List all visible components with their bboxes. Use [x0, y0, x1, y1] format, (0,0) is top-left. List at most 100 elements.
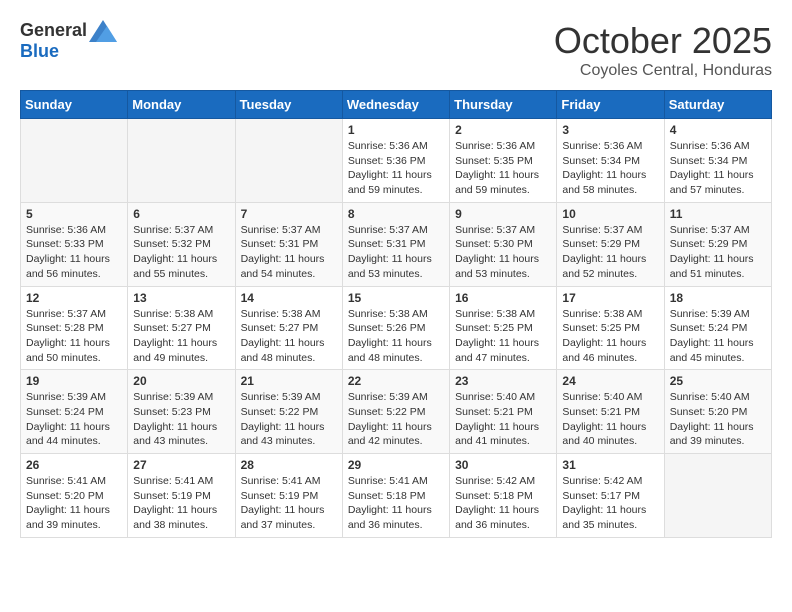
day-info: Sunrise: 5:39 AMSunset: 5:24 PMDaylight:… — [670, 307, 766, 366]
logo-icon — [89, 20, 117, 42]
day-number: 8 — [348, 207, 444, 221]
sunset-text: Sunset: 5:31 PM — [348, 238, 426, 250]
calendar-cell — [128, 119, 235, 203]
sunrise-text: Sunrise: 5:38 AM — [133, 308, 213, 320]
day-number: 19 — [26, 374, 122, 388]
sunset-text: Sunset: 5:18 PM — [455, 490, 533, 502]
daylight-text: Daylight: 11 hours and 47 minutes. — [455, 337, 539, 364]
sunset-text: Sunset: 5:36 PM — [348, 155, 426, 167]
location-title: Coyoles Central, Honduras — [554, 62, 772, 80]
calendar-cell — [21, 119, 128, 203]
day-info: Sunrise: 5:39 AMSunset: 5:22 PMDaylight:… — [348, 390, 444, 449]
title-section: October 2025 Coyoles Central, Honduras — [554, 20, 772, 80]
sunrise-text: Sunrise: 5:37 AM — [348, 224, 428, 236]
sunset-text: Sunset: 5:19 PM — [241, 490, 319, 502]
daylight-text: Daylight: 11 hours and 36 minutes. — [348, 504, 432, 531]
day-info: Sunrise: 5:38 AMSunset: 5:27 PMDaylight:… — [241, 307, 337, 366]
sunset-text: Sunset: 5:24 PM — [670, 322, 748, 334]
sunrise-text: Sunrise: 5:36 AM — [562, 140, 642, 152]
sunset-text: Sunset: 5:30 PM — [455, 238, 533, 250]
weekday-header-friday: Friday — [557, 91, 664, 119]
sunset-text: Sunset: 5:17 PM — [562, 490, 640, 502]
sunrise-text: Sunrise: 5:39 AM — [241, 391, 321, 403]
weekday-header-monday: Monday — [128, 91, 235, 119]
sunset-text: Sunset: 5:24 PM — [26, 406, 104, 418]
day-number: 17 — [562, 291, 658, 305]
calendar-cell: 1Sunrise: 5:36 AMSunset: 5:36 PMDaylight… — [342, 119, 449, 203]
sunset-text: Sunset: 5:22 PM — [348, 406, 426, 418]
daylight-text: Daylight: 11 hours and 39 minutes. — [670, 421, 754, 448]
sunset-text: Sunset: 5:29 PM — [670, 238, 748, 250]
calendar-cell: 12 Sunrise: 5:37 AMSunset: 5:28 PMDayligh… — [21, 286, 128, 370]
calendar-cell: 14Sunrise: 5:38 AMSunset: 5:27 PMDayligh… — [235, 286, 342, 370]
daylight-text: Daylight: 11 hours and 41 minutes. — [455, 421, 539, 448]
day-number: 20 — [133, 374, 229, 388]
daylight-text: Daylight: 11 hours and 52 minutes. — [562, 253, 646, 280]
daylight-text: Daylight: 11 hours and 43 minutes. — [241, 421, 325, 448]
daylight-text: Daylight: 11 hours and 37 minutes. — [241, 504, 325, 531]
day-number: 5 — [26, 207, 122, 221]
sunrise-text: Sunrise: 5:37 AM — [670, 224, 750, 236]
calendar-week-row: 5Sunrise: 5:36 AMSunset: 5:33 PMDaylight… — [21, 202, 772, 286]
sunset-text: Sunset: 5:34 PM — [562, 155, 640, 167]
day-info: Sunrise: 5:38 AMSunset: 5:27 PMDaylight:… — [133, 307, 229, 366]
daylight-text: Daylight: 11 hours and 58 minutes. — [562, 169, 646, 196]
sunset-text: Sunset: 5:28 PM — [26, 322, 104, 334]
day-info: Sunrise: 5:36 AM Sunset: 5:34 PM Daylight:… — [562, 139, 658, 198]
sunrise-text: Sunrise: 5:39 AM — [348, 391, 428, 403]
calendar-cell: 16 Sunrise: 5:38 AMSunset: 5:25 PMDayligh… — [450, 286, 557, 370]
day-info: Sunrise: 5:38 AMSunset: 5:25 PMDaylight:… — [455, 307, 551, 366]
sunrise-text: Sunrise: 5:41 AM — [133, 475, 213, 487]
sunset-text: Sunset: 5:20 PM — [26, 490, 104, 502]
daylight-text: Daylight: 11 hours and 35 minutes. — [562, 504, 646, 531]
calendar-cell: 22Sunrise: 5:39 AMSunset: 5:22 PMDayligh… — [342, 370, 449, 454]
day-info: Sunrise: 5:42 AMSunset: 5:18 PMDaylight:… — [455, 474, 551, 533]
day-number: 3 — [562, 123, 658, 137]
month-title: October 2025 — [554, 20, 772, 62]
day-info: Sunrise: 5:37 AMSunset: 5:28 PMDaylight:… — [26, 307, 122, 366]
calendar-week-row: 12 Sunrise: 5:37 AMSunset: 5:28 PMDayligh… — [21, 286, 772, 370]
calendar-cell: 13Sunrise: 5:38 AMSunset: 5:27 PMDayligh… — [128, 286, 235, 370]
calendar-cell: 23Sunrise: 5:40 AMSunset: 5:21 PMDayligh… — [450, 370, 557, 454]
calendar-cell: 3 Sunrise: 5:36 AM Sunset: 5:34 PM Daylight… — [557, 119, 664, 203]
day-number: 12 — [26, 291, 122, 305]
calendar-cell: 9Sunrise: 5:37 AMSunset: 5:30 PMDaylight… — [450, 202, 557, 286]
day-number: 29 — [348, 458, 444, 472]
sunrise-text: Sunrise: 5:37 AM — [455, 224, 535, 236]
calendar-cell: 2Sunrise: 5:36 AMSunset: 5:35 PMDaylight… — [450, 119, 557, 203]
page-header: General Blue October 2025 Coyoles Centra… — [20, 20, 772, 80]
sunrise-text: Sunrise: 5:42 AM — [455, 475, 535, 487]
day-info: Sunrise: 5:39 AMSunset: 5:24 PMDaylight:… — [26, 390, 122, 449]
sunrise-text: Sunrise: 5:41 AM — [241, 475, 321, 487]
sunrise-text: Sunrise: 5:37 AM — [562, 224, 642, 236]
sunrise-text: Sunrise: 5:36 AM — [670, 140, 750, 152]
calendar-cell: 18Sunrise: 5:39 AMSunset: 5:24 PMDayligh… — [664, 286, 771, 370]
sunrise-text: Sunrise: 5:39 AM — [670, 308, 750, 320]
calendar-cell: 8 Sunrise: 5:37 AM Sunset: 5:31 PM Daylight… — [342, 202, 449, 286]
day-info: Sunrise: 5:37 AMSunset: 5:31 PMDaylight:… — [241, 223, 337, 282]
day-info: Sunrise: 5:38 AMSunset: 5:26 PMDaylight:… — [348, 307, 444, 366]
daylight-text: Daylight: 11 hours and 48 minutes. — [348, 337, 432, 364]
daylight-text: Daylight: 11 hours and 53 minutes. — [348, 253, 432, 280]
weekday-header-sunday: Sunday — [21, 91, 128, 119]
calendar-cell: 31Sunrise: 5:42 AMSunset: 5:17 PMDayligh… — [557, 454, 664, 538]
day-number: 1 — [348, 123, 444, 137]
sunset-text: Sunset: 5:19 PM — [133, 490, 211, 502]
calendar-header-row: SundayMondayTuesdayWednesdayThursdayFrid… — [21, 91, 772, 119]
day-number: 16 — [455, 291, 551, 305]
sunset-text: Sunset: 5:27 PM — [241, 322, 319, 334]
day-number: 18 — [670, 291, 766, 305]
sunset-text: Sunset: 5:33 PM — [26, 238, 104, 250]
day-number: 23 — [455, 374, 551, 388]
sunset-text: Sunset: 5:21 PM — [455, 406, 533, 418]
day-info: Sunrise: 5:38 AMSunset: 5:25 PMDaylight:… — [562, 307, 658, 366]
day-number: 15 — [348, 291, 444, 305]
day-info: Sunrise: 5:41 AMSunset: 5:18 PMDaylight:… — [348, 474, 444, 533]
daylight-text: Daylight: 11 hours and 55 minutes. — [133, 253, 217, 280]
day-info: Sunrise: 5:36 AMSunset: 5:34 PMDaylight:… — [670, 139, 766, 198]
calendar-cell: 26Sunrise: 5:41 AMSunset: 5:20 PMDayligh… — [21, 454, 128, 538]
day-info: Sunrise: 5:37 AMSunset: 5:29 PMDaylight:… — [670, 223, 766, 282]
calendar-cell: 24Sunrise: 5:40 AMSunset: 5:21 PMDayligh… — [557, 370, 664, 454]
day-info: Sunrise: 5:37 AM Sunset: 5:31 PM Daylight:… — [348, 223, 444, 282]
daylight-text: Daylight: 11 hours and 50 minutes. — [26, 337, 110, 364]
